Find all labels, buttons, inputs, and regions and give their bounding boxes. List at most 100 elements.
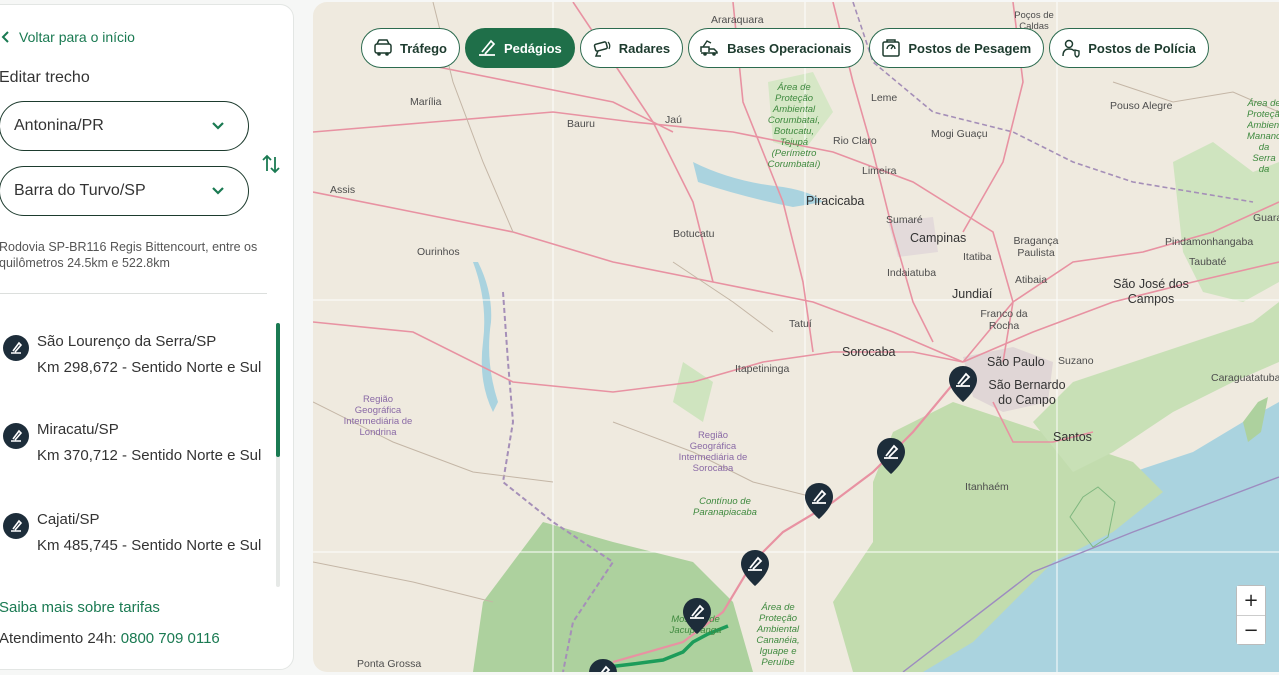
zoom-out-button[interactable]: − [1237, 615, 1265, 644]
map-label: Jaú [665, 114, 682, 126]
map-label: Mogi Guaçu [931, 128, 988, 140]
toll-icon [478, 39, 496, 56]
filter-operational-bases[interactable]: Bases Operacionais [688, 28, 865, 68]
map-label: São Bernardo do Campo [988, 378, 1066, 407]
filter-label: Radares [618, 40, 671, 56]
map-label: Itatiba [963, 251, 992, 263]
car-icon [374, 39, 392, 56]
toll-km: Km 370,712 - Sentido Norte e Sul [37, 447, 262, 464]
toll-km: Km 298,672 - Sentido Norte e Sul [37, 359, 262, 376]
map-label: Jundiaí [952, 287, 993, 301]
support-phone-link[interactable]: 0800 709 0116 [121, 630, 220, 647]
support-line: Atendimento 24h: 0800 709 0116 [0, 630, 220, 647]
zoom-control: + − [1236, 585, 1266, 645]
origin-value: Antonina/PR [14, 117, 104, 134]
filter-label: Bases Operacionais [727, 40, 852, 56]
map-label: Região Geográfica Intermediária de Soroc… [678, 430, 748, 474]
map-label: Rio Claro [833, 135, 877, 147]
map-label: Área de Proteção Ambiental Corumbataí, B… [767, 82, 821, 170]
origin-select[interactable]: Antonina/PR [0, 101, 249, 151]
toll-pin[interactable] [803, 481, 835, 521]
chevron-down-icon [212, 187, 224, 195]
toll-list-scrollbar[interactable] [276, 323, 280, 587]
back-link-label: Voltar para o início [19, 29, 135, 45]
map-label: Sorocaba [842, 345, 896, 359]
map-label: Itapetininga [735, 363, 790, 375]
chevron-down-icon [212, 122, 224, 130]
map-label: Piracicaba [806, 194, 865, 208]
filter-label: Postos de Pesagem [908, 40, 1032, 56]
toll-pin[interactable] [739, 548, 771, 588]
toll-name: São Lourenço da Serra/SP [37, 333, 217, 350]
back-to-home-link[interactable]: Voltar para o início [0, 29, 135, 45]
map-label: Araraquara [711, 14, 764, 26]
map-label: Santos [1053, 430, 1092, 444]
filter-weigh-stations[interactable]: Postos de Pesagem [869, 28, 1045, 68]
map-label: Indaiatuba [887, 267, 937, 279]
map-label: Campinas [910, 231, 967, 245]
filter-bar: Tráfego Pedágios Radares Bases Operacion… [361, 28, 1209, 68]
route-description: Rodovia SP-BR116 Regis Bittencourt, entr… [0, 240, 258, 270]
map-label: São José dos Campos [1113, 277, 1189, 306]
map-label: Caraguatatuba [1211, 372, 1279, 384]
map-label: Taubaté [1189, 256, 1227, 268]
toll-name: Cajati/SP [37, 511, 100, 528]
radar-camera-icon [593, 41, 611, 57]
chevron-left-icon [1, 31, 9, 43]
map[interactable]: Araraquara Poços de Caldas Marília Bauru… [313, 2, 1279, 672]
map-label: Pindamonhangaba [1165, 236, 1254, 248]
filter-label: Pedágios [503, 40, 562, 56]
map-label: Leme [871, 92, 898, 104]
toll-name: Miracatu/SP [37, 421, 119, 438]
support-label: Atendimento 24h: [0, 630, 117, 647]
scale-icon [882, 39, 901, 57]
toll-pin[interactable] [875, 436, 907, 476]
zoom-in-button[interactable]: + [1237, 586, 1265, 615]
map-label: Suzano [1058, 355, 1094, 367]
filter-label: Tráfego [400, 40, 447, 56]
map-label: Itanhaém [965, 481, 1009, 493]
map-label: Bragança Paulista [1013, 235, 1059, 259]
swap-arrows-icon[interactable] [259, 152, 283, 176]
tariffs-link[interactable]: Saiba mais sobre tarifas [0, 599, 160, 616]
map-label: Contínuo de Paranapiacaba [693, 496, 757, 518]
toll-icon [3, 423, 29, 449]
edit-route-title: Editar trecho [0, 69, 90, 86]
filter-tolls[interactable]: Pedágios [464, 28, 575, 68]
map-label: Marília [410, 96, 442, 108]
destination-value: Barra do Turvo/SP [14, 182, 146, 199]
toll-icon [3, 513, 29, 539]
map-label: Sumaré [886, 214, 923, 226]
map-label: Ponta Grossa [357, 658, 422, 670]
destination-select[interactable]: Barra do Turvo/SP [0, 166, 249, 216]
map-label: Área de Proteção Ambiental Mananciais da… [1247, 98, 1279, 174]
toll-pin[interactable] [587, 657, 619, 672]
map-label: São Paulo [987, 355, 1045, 369]
filter-traffic[interactable]: Tráfego [361, 28, 460, 68]
map-label: Bauru [567, 118, 596, 130]
map-label: Assis [330, 184, 356, 196]
map-label: Atibaia [1015, 274, 1048, 286]
scrollbar-thumb[interactable] [276, 323, 280, 457]
filter-police-stations[interactable]: Postos de Polícia [1049, 28, 1209, 68]
map-label: Limeira [862, 165, 897, 177]
toll-km: Km 485,745 - Sentido Norte e Sul [37, 537, 262, 554]
map-label: Botucatu [673, 228, 715, 240]
route-sidebar: Voltar para o início Editar trecho Anton… [0, 4, 294, 670]
toll-list: São Lourenço da Serra/SP Km 298,672 - Se… [0, 323, 279, 589]
map-label: Guaratin [1253, 212, 1279, 224]
toll-pin[interactable] [681, 596, 713, 636]
toll-pin[interactable] [947, 364, 979, 404]
filter-label: Postos de Polícia [1088, 40, 1196, 56]
map-label: Ourinhos [417, 246, 460, 258]
map-label: Tatuí [789, 318, 812, 330]
tow-truck-icon [700, 40, 718, 56]
map-label: Região Geográfica Intermediária de Londr… [343, 394, 413, 438]
filter-radars[interactable]: Radares [579, 28, 684, 68]
map-label: Franco da Rocha [980, 308, 1028, 332]
divider [0, 293, 267, 294]
toll-icon [3, 335, 29, 361]
map-label: Área de Proteção Ambiental Cananéia, Igu… [756, 602, 800, 668]
police-icon [1062, 39, 1080, 58]
map-label: Pouso Alegre [1110, 100, 1173, 112]
